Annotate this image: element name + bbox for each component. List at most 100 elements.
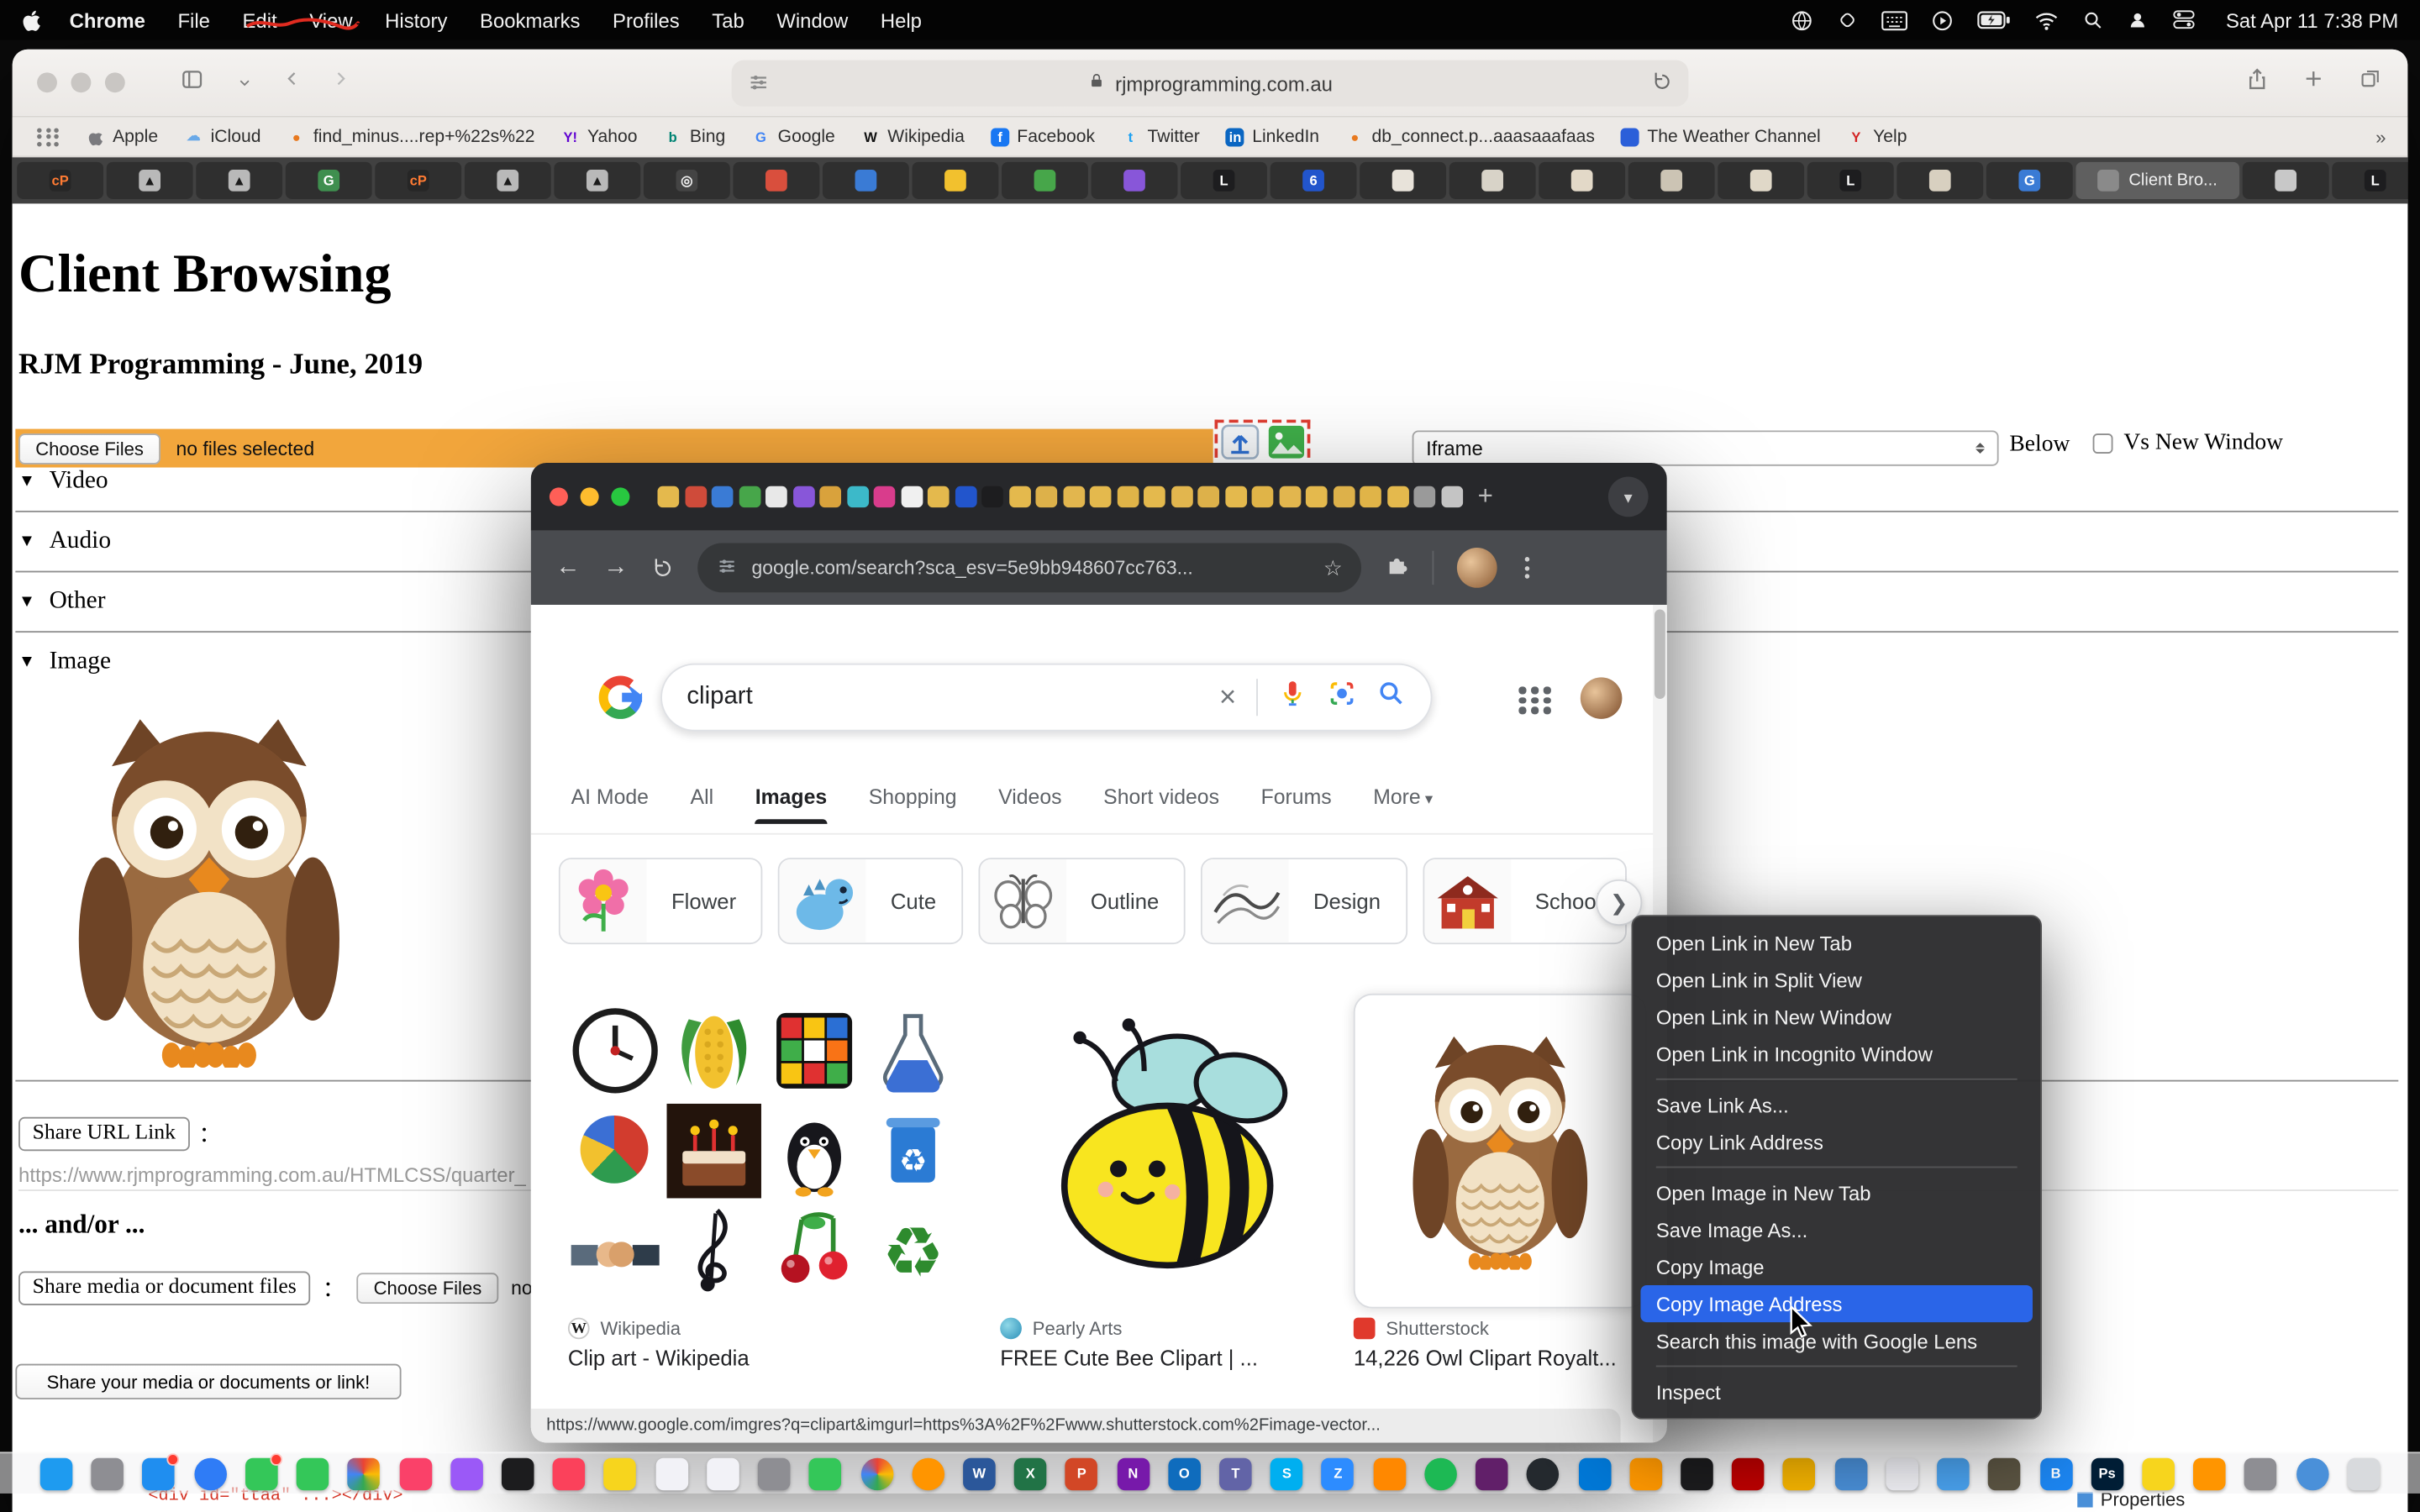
result-source[interactable]: Pearly Arts <box>1000 1318 1122 1340</box>
collage-image-birthday-cake[interactable] <box>667 1103 762 1199</box>
tab-favicon[interactable] <box>1224 486 1246 508</box>
safari-tab[interactable]: cP <box>17 162 103 199</box>
play-icon[interactable] <box>1931 8 1954 32</box>
vs-new-window-checkbox[interactable] <box>2093 433 2113 454</box>
collage-image-clock[interactable] <box>568 1003 663 1099</box>
collage-image-corn[interactable] <box>667 1003 762 1099</box>
safari-tab[interactable] <box>823 162 909 199</box>
minimize-window-button[interactable] <box>71 72 91 92</box>
spotlight-search-icon[interactable] <box>2082 9 2104 31</box>
search-icon[interactable] <box>1376 679 1406 716</box>
tab-favicon[interactable] <box>1144 486 1165 508</box>
safari-tab[interactable]: ▲ <box>554 162 640 199</box>
tab-favicon[interactable] <box>1008 486 1030 508</box>
tab-favicon[interactable] <box>1252 486 1274 508</box>
dock-facetime[interactable] <box>297 1457 329 1490</box>
shortcuts-icon[interactable] <box>1837 9 1859 31</box>
google-account-avatar[interactable] <box>1581 677 1623 719</box>
dock-trash[interactable] <box>2347 1457 2380 1490</box>
collage-image-recycle-bin[interactable]: ♻ <box>865 1103 960 1199</box>
forward-icon[interactable] <box>332 66 349 99</box>
dock-slack[interactable] <box>1476 1457 1508 1490</box>
collage-image-pie-chart[interactable] <box>568 1103 663 1199</box>
menu-window[interactable]: Window <box>776 8 848 32</box>
section-toggle-video[interactable]: ▼Video <box>18 468 108 496</box>
site-settings-icon[interactable] <box>716 554 738 580</box>
menu-item-copy-image[interactable]: Copy Image <box>1640 1248 2033 1285</box>
tab-favicon[interactable] <box>1386 486 1408 508</box>
reload-icon[interactable] <box>651 556 675 580</box>
menu-bar-clock[interactable]: Sat Apr 11 7:38 PM <box>2226 8 2398 32</box>
page-owl-image[interactable] <box>24 691 394 1080</box>
tab-favicon[interactable] <box>1333 486 1355 508</box>
tab-favicon[interactable] <box>657 486 679 508</box>
search-tab-forums[interactable]: Forums <box>1261 785 1332 809</box>
tab-favicon[interactable] <box>1063 486 1085 508</box>
dock-firefox[interactable] <box>912 1457 944 1490</box>
menu-item-open-link-in-new-window[interactable]: Open Link in New Window <box>1640 998 2033 1035</box>
minimize-window-button[interactable] <box>581 487 599 506</box>
extensions-puzzle-icon[interactable] <box>1385 552 1409 585</box>
menu-help[interactable]: Help <box>881 8 922 32</box>
dock-vscode[interactable] <box>1578 1457 1611 1490</box>
profile-avatar[interactable] <box>1457 548 1497 588</box>
dock-downloads[interactable] <box>2296 1457 2328 1490</box>
tab-favicon[interactable] <box>1171 486 1192 508</box>
tab-favicon[interactable] <box>1090 486 1112 508</box>
new-tab-icon[interactable] <box>2302 68 2324 97</box>
result-image-collage[interactable]: ♻♻ <box>568 1003 960 1299</box>
menu-profiles[interactable]: Profiles <box>613 8 680 32</box>
dock-calendar[interactable] <box>707 1457 739 1490</box>
share-url-label[interactable]: Share URL Link <box>18 1117 190 1151</box>
tab-search-chevron-icon[interactable]: ▾ <box>1608 477 1649 517</box>
dock-filezilla[interactable] <box>1732 1457 1765 1490</box>
dock-teams[interactable]: T <box>1219 1457 1252 1490</box>
dock-music[interactable] <box>399 1457 432 1490</box>
menu-item-save-link-as[interactable]: Save Link As... <box>1640 1086 2033 1123</box>
dock-launchpad[interactable] <box>92 1457 124 1490</box>
safari-tab[interactable]: 6 <box>1270 162 1357 199</box>
section-toggle-other[interactable]: ▼Other <box>18 588 105 616</box>
dock-tv[interactable] <box>502 1457 534 1490</box>
result-image-bee[interactable] <box>1000 1003 1339 1296</box>
tab-favicon[interactable] <box>1413 486 1435 508</box>
menu-item-search-this-image-with-google-lens[interactable]: Search this image with Google Lens <box>1640 1322 2033 1359</box>
google-logo[interactable] <box>599 675 642 718</box>
search-tab-short-videos[interactable]: Short videos <box>1103 785 1219 809</box>
bookmark-yahoo[interactable]: Y!Yahoo <box>561 128 638 146</box>
tab-favicon[interactable] <box>712 486 734 508</box>
reload-icon[interactable] <box>1651 71 1673 97</box>
menu-item-open-link-in-split-view[interactable]: Open Link in Split View <box>1640 961 2033 998</box>
result-title[interactable]: FREE Cute Bee Clipart | ... <box>1000 1346 1339 1370</box>
choose-files-button[interactable]: Choose Files <box>18 433 160 464</box>
zoom-window-button[interactable] <box>611 487 629 506</box>
bookmark-find-minus-rep-22s-22[interactable]: ●find_minus....rep+%22s%22 <box>287 128 535 146</box>
sidebar-icon[interactable] <box>179 67 205 98</box>
dock-gimp[interactable] <box>1988 1457 2021 1490</box>
control-center-icon[interactable] <box>2172 9 2196 31</box>
bookmark-yelp[interactable]: YYelp <box>1847 128 1907 146</box>
chrome-menu-icon[interactable] <box>1520 557 1534 579</box>
battery-charging-icon[interactable] <box>1977 11 2011 29</box>
bookmark-icloud[interactable]: ☁iCloud <box>184 128 260 146</box>
safari-tab[interactable] <box>1092 162 1178 199</box>
safari-tab[interactable] <box>1897 162 1983 199</box>
tab-overview-icon[interactable] <box>2359 68 2383 97</box>
safari-tab[interactable] <box>2243 162 2329 199</box>
chevron-down-icon[interactable] <box>236 69 253 97</box>
menu-file[interactable]: File <box>177 8 209 32</box>
dock-podcasts[interactable] <box>450 1457 483 1490</box>
search-tab-more[interactable]: More ▾ <box>1373 785 1433 809</box>
safari-tab[interactable] <box>1002 162 1088 199</box>
safari-tab[interactable]: ▲ <box>107 162 193 199</box>
search-tab-ai-mode[interactable]: AI Mode <box>571 785 649 809</box>
bookmark-star-icon[interactable]: ☆ <box>1323 554 1343 580</box>
menu-item-save-image-as[interactable]: Save Image As... <box>1640 1211 2033 1248</box>
dock-contacts[interactable] <box>758 1457 791 1490</box>
safari-tab[interactable] <box>1449 162 1536 199</box>
active-app-name[interactable]: Chrome <box>70 8 145 32</box>
result-source[interactable]: W Wikipedia <box>568 1318 681 1340</box>
dock-github[interactable] <box>1527 1457 1560 1490</box>
bookmark-the-weather-channel[interactable]: The Weather Channel <box>1621 128 1821 146</box>
section-toggle-audio[interactable]: ▼Audio <box>18 528 111 555</box>
